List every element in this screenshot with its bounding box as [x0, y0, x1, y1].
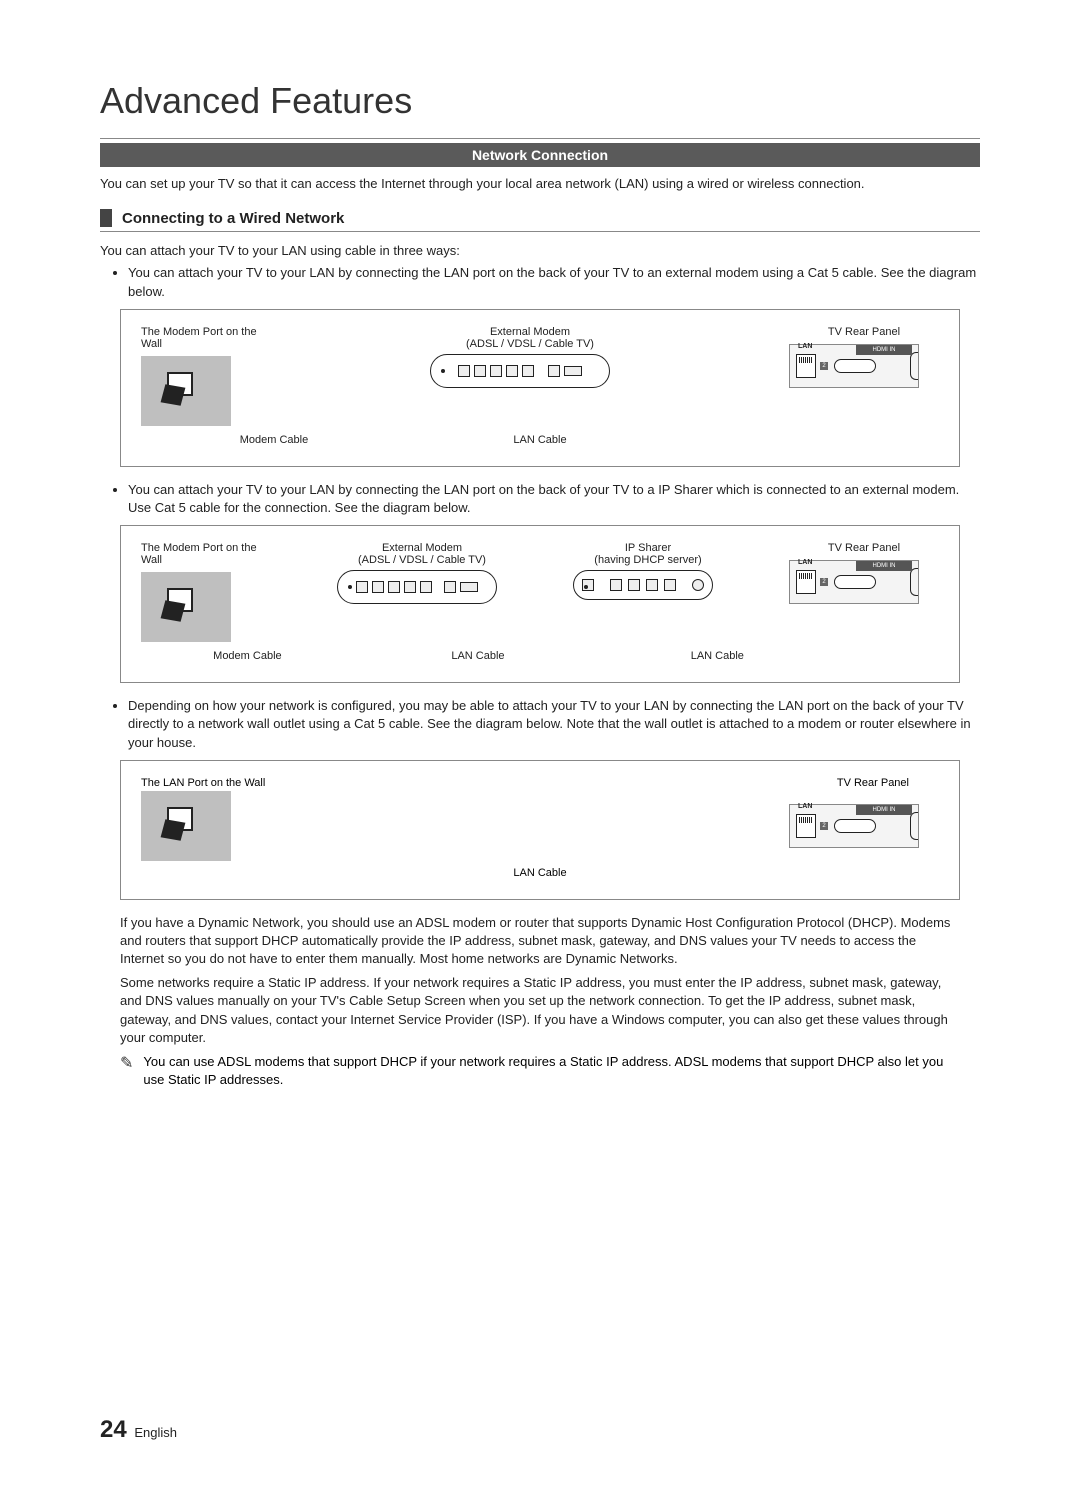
tv-rear-panel-icon: LAN HDMI IN 2	[789, 560, 919, 604]
hdmi-label: HDMI IN	[856, 345, 912, 355]
diagram-3: The LAN Port on the Wall TV Rear Panel L…	[120, 760, 960, 900]
modem-icon	[337, 570, 497, 604]
lan-label: LAN	[798, 343, 812, 350]
hdmi-label: HDMI IN	[856, 805, 912, 815]
diagram-1: The Modem Port on the Wall External Mode…	[120, 309, 960, 467]
section-banner: Network Connection	[100, 143, 980, 167]
subsection-marker-icon	[100, 209, 112, 227]
sharer-sublabel: (having DHCP server)	[573, 554, 723, 566]
subsection-header: Connecting to a Wired Network	[100, 209, 980, 232]
cable-label: LAN Cable	[141, 867, 939, 879]
tv-label: TV Rear Panel	[789, 542, 939, 554]
wall-label: The Modem Port on the Wall	[141, 542, 271, 566]
wall-icon	[141, 791, 231, 861]
lan-label: LAN	[798, 559, 812, 566]
tv-rear-panel-icon: LAN HDMI IN 2	[789, 344, 919, 388]
bullet-list: You can attach your TV to your LAN by co…	[100, 481, 980, 517]
modem-sublabel: (ADSL / VDSL / Cable TV)	[430, 338, 630, 350]
tv-label: TV Rear Panel	[789, 326, 939, 338]
wall-label: The LAN Port on the Wall	[141, 777, 265, 789]
paragraph: Some networks require a Static IP addres…	[120, 974, 960, 1047]
page-number: 24	[100, 1416, 127, 1443]
wall-icon	[141, 356, 231, 426]
lan-label: LAN	[798, 803, 812, 810]
intro-text: You can set up your TV so that it can ac…	[100, 175, 980, 193]
modem-label: External Modem	[430, 326, 630, 338]
note-row: ✎ You can use ADSL modems that support D…	[120, 1053, 960, 1089]
note-text: You can use ADSL modems that support DHC…	[143, 1053, 960, 1089]
paragraph: If you have a Dynamic Network, you shoul…	[120, 914, 960, 969]
wall-label: The Modem Port on the Wall	[141, 326, 271, 350]
note-icon: ✎	[120, 1053, 133, 1075]
hdmi-label: HDMI IN	[856, 561, 912, 571]
subsection-title: Connecting to a Wired Network	[122, 210, 344, 227]
bullet-list: Depending on how your network is configu…	[100, 697, 980, 752]
cable-label: LAN Cable	[408, 434, 671, 446]
page-language: English	[134, 1425, 177, 1440]
modem-sublabel: (ADSL / VDSL / Cable TV)	[337, 554, 507, 566]
cable-label: LAN Cable	[602, 650, 833, 662]
cable-label: LAN Cable	[354, 650, 602, 662]
cable-label: Modem Cable	[142, 434, 405, 446]
list-item: You can attach your TV to your LAN by co…	[128, 264, 980, 300]
bullet-list: You can attach your TV to your LAN by co…	[100, 264, 980, 300]
modem-label: External Modem	[337, 542, 507, 554]
diagram-2: The Modem Port on the Wall External Mode…	[120, 525, 960, 683]
page-footer: 24 English	[100, 1416, 177, 1444]
lead-text: You can attach your TV to your LAN using…	[100, 242, 980, 260]
tv-label: TV Rear Panel	[837, 777, 939, 789]
list-item: Depending on how your network is configu…	[128, 697, 980, 752]
page-title: Advanced Features	[100, 80, 980, 122]
sharer-label: IP Sharer	[573, 542, 723, 554]
list-item: You can attach your TV to your LAN by co…	[128, 481, 980, 517]
modem-icon	[430, 354, 610, 388]
tv-rear-panel-icon: LAN HDMI IN 2	[789, 804, 919, 848]
wall-icon	[141, 572, 231, 642]
cable-label: Modem Cable	[141, 650, 354, 662]
sharer-icon	[573, 570, 713, 600]
